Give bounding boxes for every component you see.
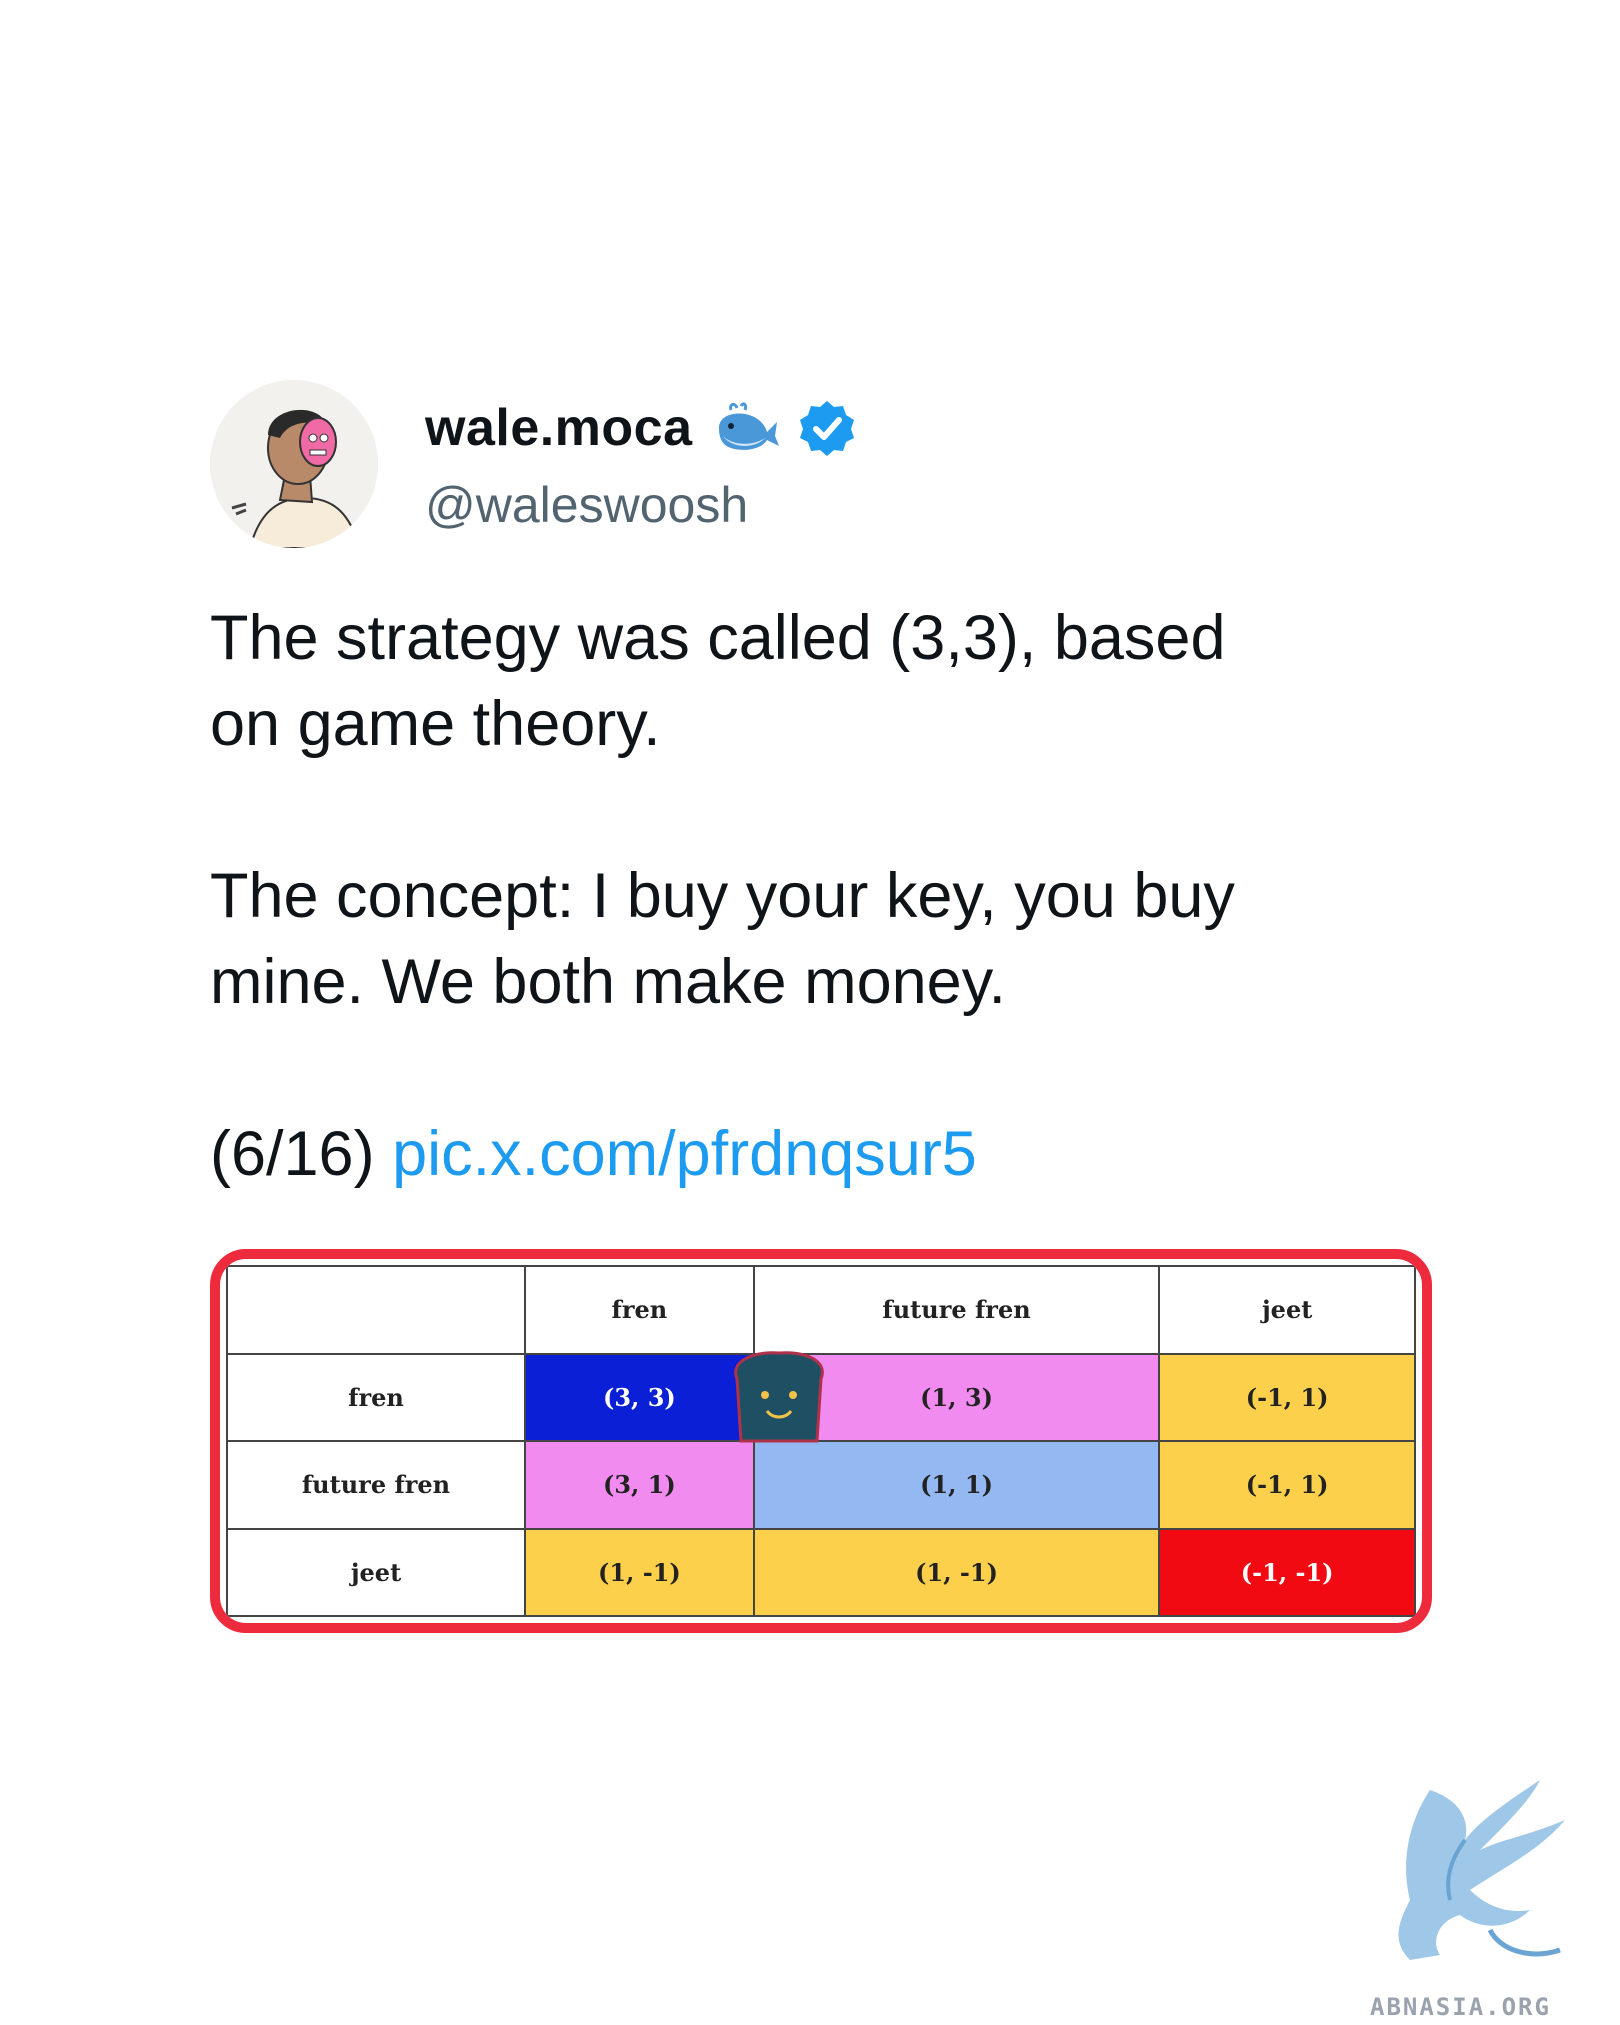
column-header: future fren — [752, 1265, 1161, 1355]
avatar-illustration-icon — [210, 380, 378, 548]
matrix-cell: (-1, -1) — [1158, 1527, 1416, 1617]
matrix-cell: (1, 1) — [752, 1440, 1161, 1530]
matrix-cell: (1, -1) — [524, 1527, 755, 1617]
tweet-media-image[interactable]: fren future fren jeet fren (3, 3) (1, 3)… — [210, 1249, 1432, 1633]
media-link[interactable]: pic.x.com/pfrdnqsur5 — [392, 1119, 977, 1189]
tweet-paragraph: The concept: I buy your key, you buy min… — [210, 861, 1235, 1017]
matrix-cell: (-1, 1) — [1158, 1440, 1416, 1530]
handle[interactable]: @waleswoosh — [425, 476, 748, 534]
corner-cell — [226, 1265, 526, 1355]
display-name[interactable]: wale.moca — [425, 398, 693, 458]
thread-counter: (6/16) — [210, 1119, 375, 1189]
griffin-logo-icon — [1370, 1780, 1570, 1990]
whale-emoji-icon — [713, 402, 781, 454]
matrix-cell: (3, 1) — [524, 1440, 755, 1530]
tweet-card: wale.moca @waleswoosh The strategy was c… — [210, 380, 1440, 1633]
tweet-header: wale.moca @waleswoosh — [210, 380, 1440, 555]
row-header: future fren — [226, 1440, 526, 1530]
row-header: fren — [226, 1352, 526, 1442]
tweet-paragraph: The strategy was called (3,3), based on … — [210, 603, 1226, 759]
name-row: wale.moca — [425, 398, 857, 458]
matrix-cell: (-1, 1) — [1158, 1352, 1416, 1442]
tweet-text: The strategy was called (3,3), based on … — [210, 595, 1440, 1197]
column-header: fren — [524, 1265, 755, 1355]
watermark-text: ABNASIA.ORG — [1370, 1993, 1551, 2021]
toast-mascot-icon — [729, 1349, 829, 1447]
avatar[interactable] — [210, 380, 378, 548]
column-header: jeet — [1158, 1265, 1416, 1355]
matrix-cell: (1, -1) — [752, 1527, 1161, 1617]
tweet-footer-line: (6/16) pic.x.com/pfrdnqsur5 — [210, 1111, 1440, 1197]
verified-badge-icon — [797, 398, 857, 458]
row-header: jeet — [226, 1527, 526, 1617]
matrix-cell: (3, 3) — [524, 1352, 755, 1442]
